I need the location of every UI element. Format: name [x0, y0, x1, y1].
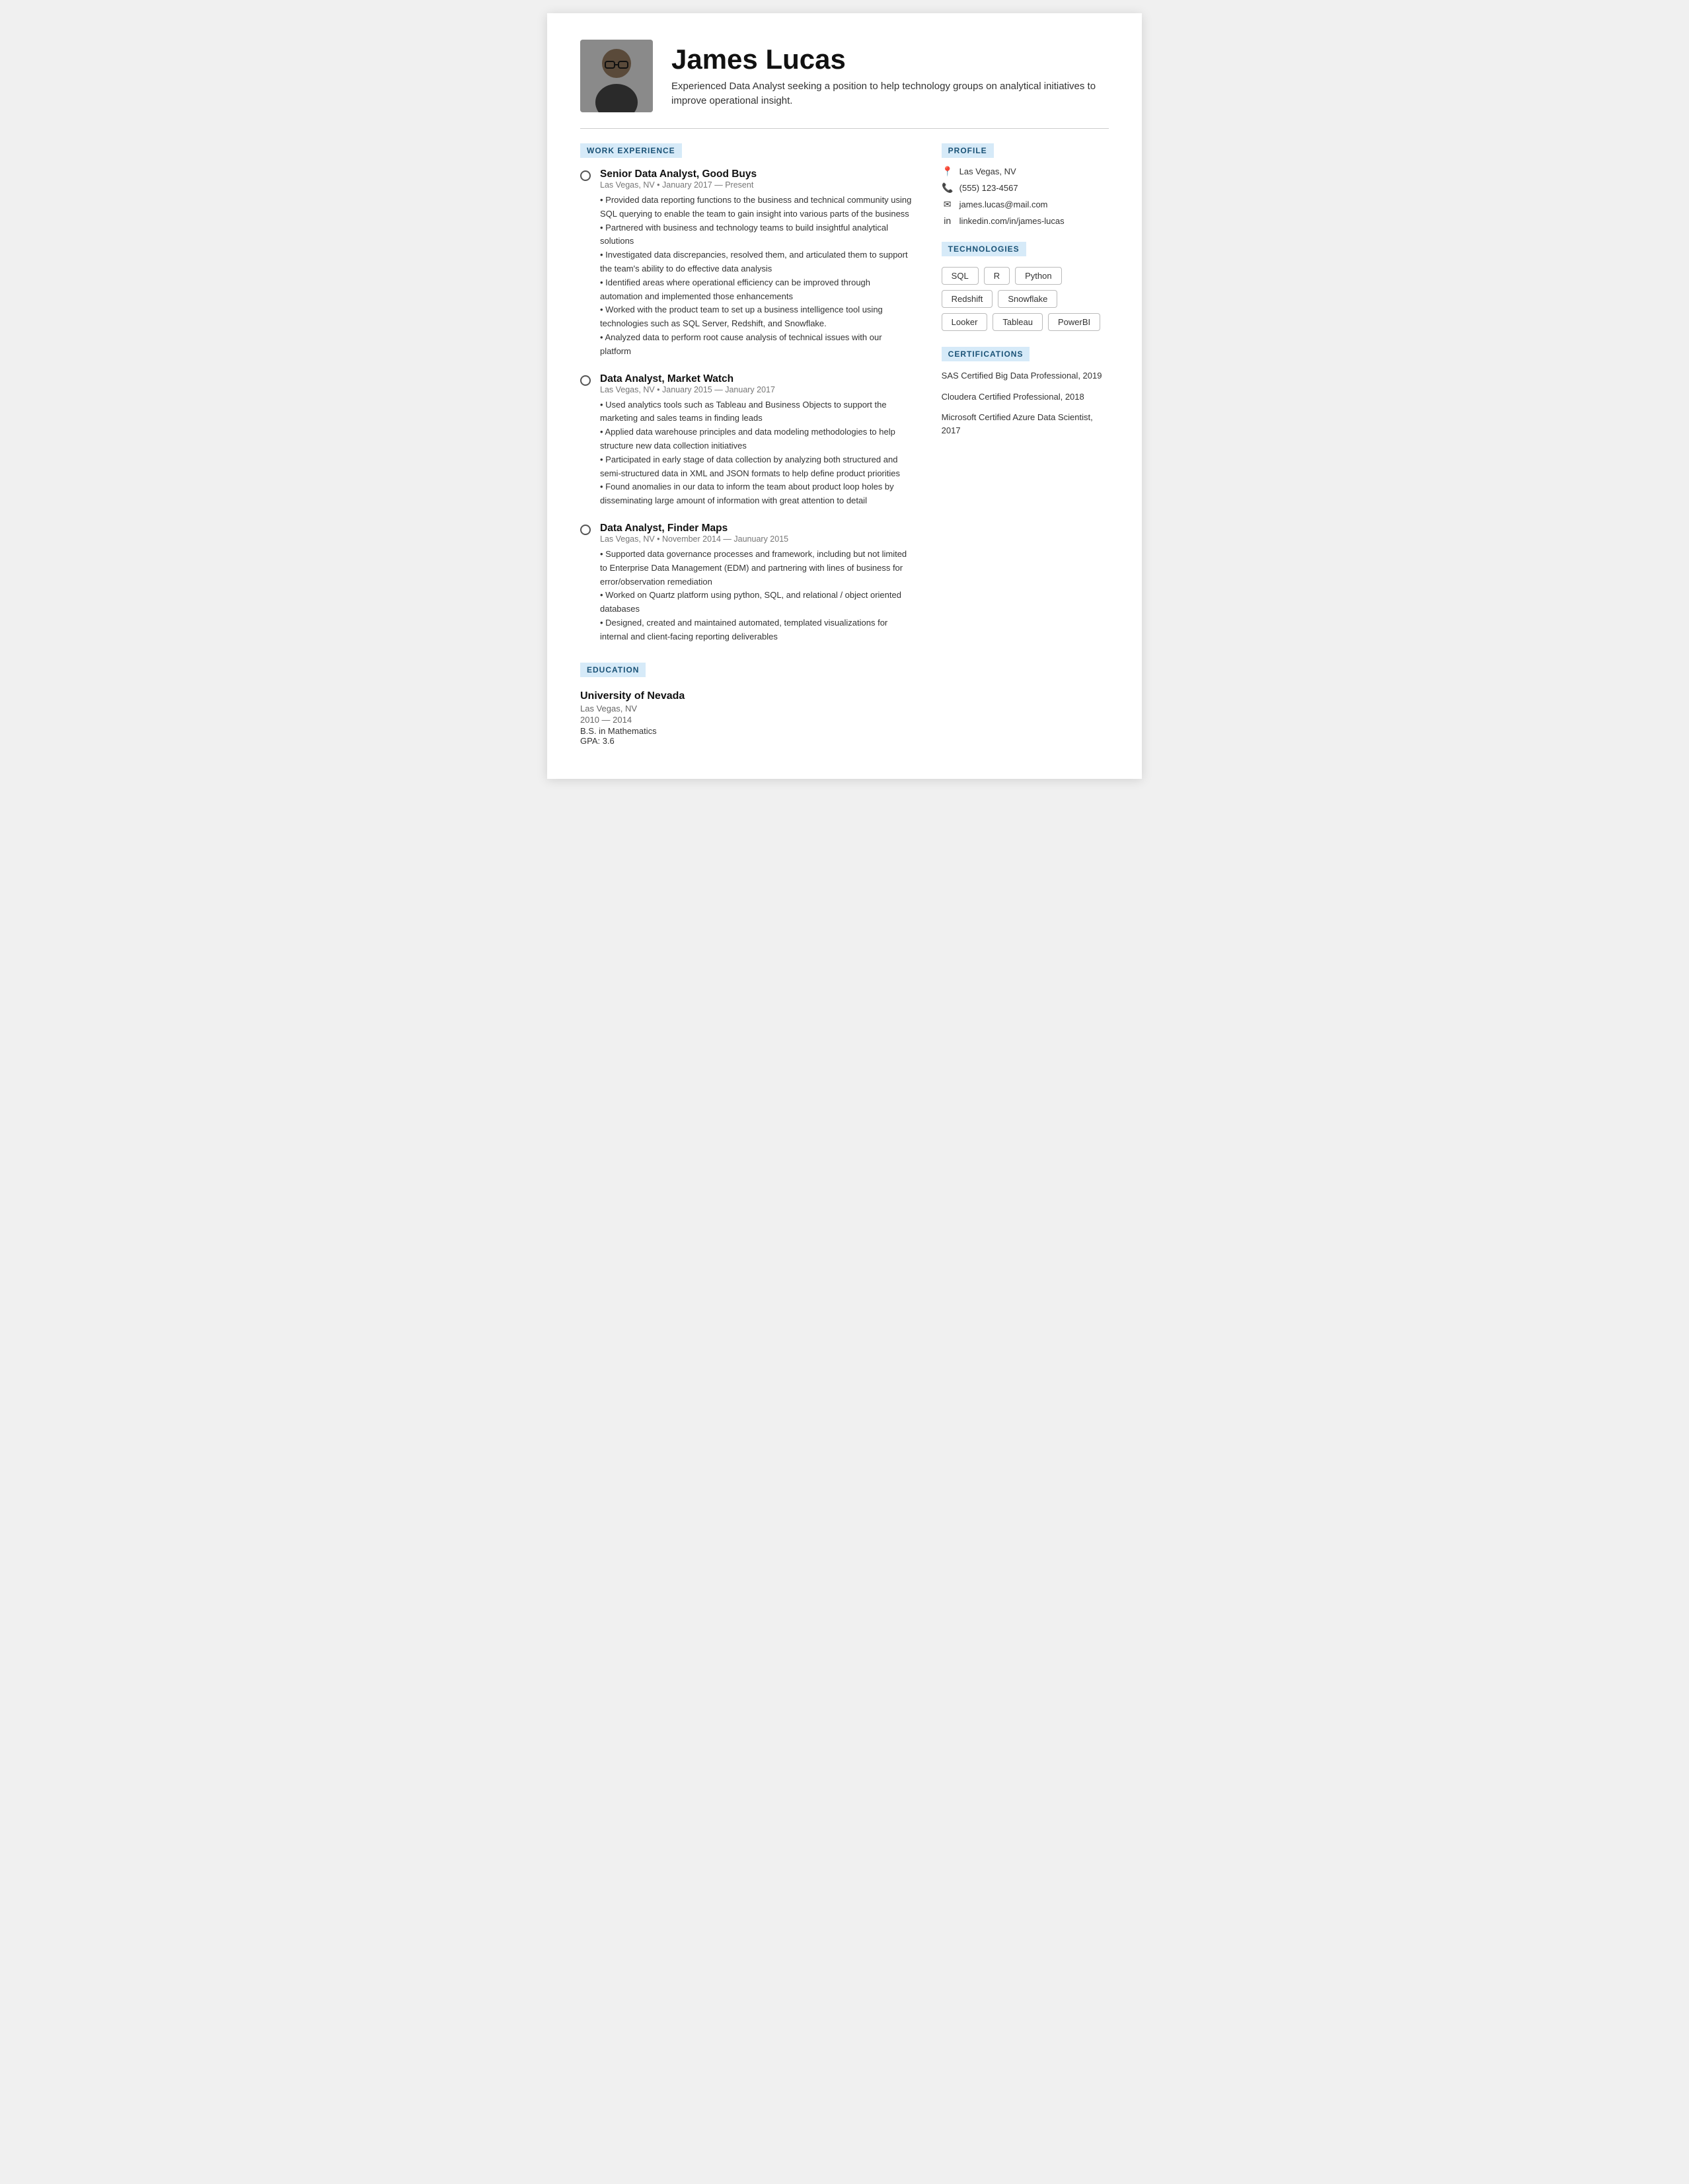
header-section: James Lucas Experienced Data Analyst see… — [580, 40, 1109, 112]
job-item-1: Senior Data Analyst, Good Buys Las Vegas… — [580, 168, 915, 359]
school-years: 2010 — 2014 — [580, 715, 915, 725]
work-experience-section: WORK EXPERIENCE Senior Data Analyst, Goo… — [580, 143, 915, 644]
profile-location: 📍 Las Vegas, NV — [942, 166, 1109, 177]
job-title-3: Data Analyst, Finder Maps — [600, 523, 915, 534]
technologies-label: TECHNOLOGIES — [942, 242, 1026, 256]
job-bullet-2 — [580, 375, 591, 386]
tech-tag-python: Python — [1015, 267, 1061, 285]
job-meta-3: Las Vegas, NV • November 2014 — Jaunuary… — [600, 534, 915, 544]
job-meta-2: Las Vegas, NV • January 2015 — January 2… — [600, 385, 915, 394]
tech-tag-redshift: Redshift — [942, 290, 993, 308]
job-meta-1: Las Vegas, NV • January 2017 — Present — [600, 180, 915, 190]
job-bullet-3 — [580, 525, 591, 535]
job-desc-1: • Provided data reporting functions to t… — [600, 194, 915, 359]
phone-icon: 📞 — [942, 182, 954, 194]
technologies-section: TECHNOLOGIES SQL R Python Redshift Snowf… — [942, 242, 1109, 331]
school-gpa: GPA: 3.6 — [580, 736, 915, 746]
tech-tag-r: R — [984, 267, 1010, 285]
email-icon: ✉ — [942, 199, 954, 210]
job-content-2: Data Analyst, Market Watch Las Vegas, NV… — [600, 373, 915, 508]
job-content-3: Data Analyst, Finder Maps Las Vegas, NV … — [600, 523, 915, 644]
cert-item-3: Microsoft Certified Azure Data Scientist… — [942, 411, 1109, 437]
job-item-3: Data Analyst, Finder Maps Las Vegas, NV … — [580, 523, 915, 644]
right-column: PROFILE 📍 Las Vegas, NV 📞 (555) 123-4567… — [942, 143, 1109, 746]
main-layout: WORK EXPERIENCE Senior Data Analyst, Goo… — [580, 143, 1109, 746]
tech-tag-sql: SQL — [942, 267, 979, 285]
job-item-2: Data Analyst, Market Watch Las Vegas, NV… — [580, 373, 915, 508]
job-bullet-1 — [580, 170, 591, 181]
header-text: James Lucas Experienced Data Analyst see… — [671, 44, 1109, 109]
profile-linkedin: in linkedin.com/in/james-lucas — [942, 215, 1109, 226]
candidate-tagline: Experienced Data Analyst seeking a posit… — [671, 79, 1109, 109]
work-experience-label: WORK EXPERIENCE — [580, 143, 682, 158]
cert-item-2: Cloudera Certified Professional, 2018 — [942, 390, 1109, 404]
header-divider — [580, 128, 1109, 129]
linkedin-icon: in — [942, 215, 954, 226]
tech-tag-tableau: Tableau — [993, 313, 1043, 331]
job-title-2: Data Analyst, Market Watch — [600, 373, 915, 385]
job-title-1: Senior Data Analyst, Good Buys — [600, 168, 915, 180]
tech-tag-powerbi: PowerBI — [1048, 313, 1100, 331]
profile-email: ✉ james.lucas@mail.com — [942, 199, 1109, 210]
resume-container: James Lucas Experienced Data Analyst see… — [547, 13, 1142, 779]
school-degree: B.S. in Mathematics — [580, 726, 915, 736]
tech-tag-looker: Looker — [942, 313, 988, 331]
avatar — [580, 40, 653, 112]
job-content-1: Senior Data Analyst, Good Buys Las Vegas… — [600, 168, 915, 359]
tech-tags-container: SQL R Python Redshift Snowflake Looker T… — [942, 267, 1109, 331]
education-section: EDUCATION University of Nevada Las Vegas… — [580, 663, 915, 746]
profile-label: PROFILE — [942, 143, 994, 158]
school-location: Las Vegas, NV — [580, 704, 915, 713]
certifications-section: CERTIFICATIONS SAS Certified Big Data Pr… — [942, 347, 1109, 437]
certifications-label: CERTIFICATIONS — [942, 347, 1030, 361]
profile-section: PROFILE 📍 Las Vegas, NV 📞 (555) 123-4567… — [942, 143, 1109, 226]
profile-phone: 📞 (555) 123-4567 — [942, 182, 1109, 194]
tech-tag-snowflake: Snowflake — [998, 290, 1057, 308]
candidate-name: James Lucas — [671, 44, 1109, 75]
job-desc-2: • Used analytics tools such as Tableau a… — [600, 398, 915, 508]
cert-item-1: SAS Certified Big Data Professional, 201… — [942, 369, 1109, 382]
location-icon: 📍 — [942, 166, 954, 177]
left-column: WORK EXPERIENCE Senior Data Analyst, Goo… — [580, 143, 915, 746]
job-desc-3: • Supported data governance processes an… — [600, 548, 915, 644]
school-name: University of Nevada — [580, 690, 915, 702]
education-label: EDUCATION — [580, 663, 646, 677]
